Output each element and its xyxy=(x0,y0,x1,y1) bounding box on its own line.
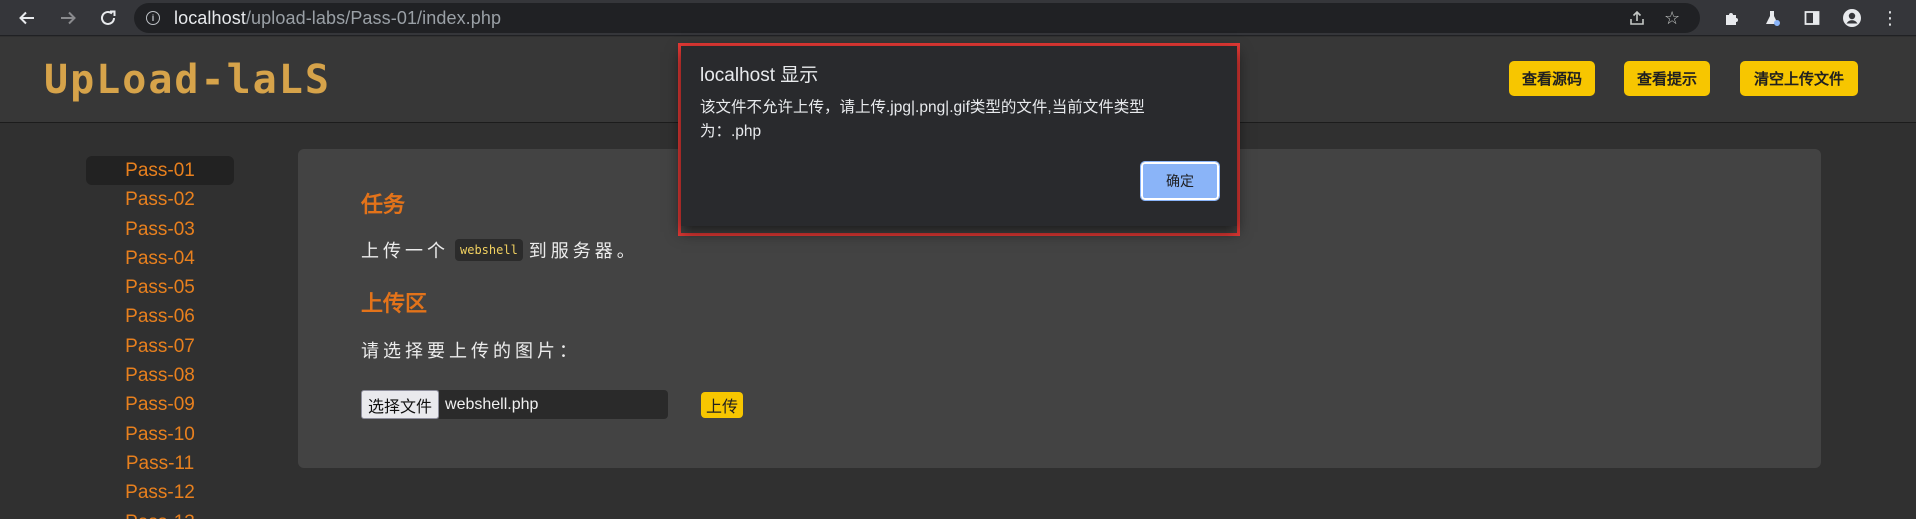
extensions-puzzle-icon[interactable] xyxy=(1718,4,1746,32)
forward-arrow-icon[interactable] xyxy=(54,4,82,32)
alert-dialog: localhost 显示 该文件不允许上传，请上传.jpg|.png|.gif类… xyxy=(681,46,1237,226)
bookmark-star-icon[interactable]: ☆ xyxy=(1664,3,1680,33)
task-heading: 任务 xyxy=(361,192,406,217)
task-code: webshell xyxy=(455,239,523,261)
browser-toolbar: i localhost/upload-labs/Pass-01/index.ph… xyxy=(0,0,1916,36)
sidebar-item-pass-09[interactable]: Pass-09 xyxy=(86,390,234,419)
site-info-icon[interactable]: i xyxy=(146,11,160,25)
clear-uploads-button[interactable]: 清空上传文件 xyxy=(1740,61,1858,96)
dialog-title: localhost 显示 xyxy=(700,65,819,86)
dialog-message: 该文件不允许上传，请上传.jpg|.png|.gif类型的文件,当前文件类型为：… xyxy=(700,99,1145,140)
labs-flask-icon[interactable] xyxy=(1758,4,1786,32)
task-description: 上传一个 webshell 到服务器。 xyxy=(361,237,639,263)
upload-submit-button[interactable]: 上传 xyxy=(701,392,744,418)
sidebar-item-pass-03[interactable]: Pass-03 xyxy=(86,215,234,244)
sidebar-item-pass-06[interactable]: Pass-06 xyxy=(86,302,234,331)
address-bar[interactable]: i localhost/upload-labs/Pass-01/index.ph… xyxy=(134,3,1700,33)
sidebar-item-pass-01[interactable]: Pass-01 xyxy=(86,156,234,186)
back-arrow-icon[interactable] xyxy=(13,4,41,32)
sidebar-item-pass-10[interactable]: Pass-10 xyxy=(86,420,234,449)
file-input[interactable]: 选择文件 webshell.php xyxy=(361,390,669,419)
sidebar-item-pass-08[interactable]: Pass-08 xyxy=(86,361,234,390)
sidebar-item-pass-02[interactable]: Pass-02 xyxy=(86,185,234,214)
reload-icon[interactable] xyxy=(94,4,122,32)
sidebar-item-pass-05[interactable]: Pass-05 xyxy=(86,273,234,302)
dialog-ok-button[interactable]: 确定 xyxy=(1140,161,1220,201)
task-prefix: 上传一个 xyxy=(361,241,449,261)
choose-file-button[interactable]: 选择文件 xyxy=(361,390,440,419)
sidebar-item-pass-11[interactable]: Pass-11 xyxy=(86,449,234,478)
sidebar-item-pass-12[interactable]: Pass-12 xyxy=(86,478,234,507)
side-panel-icon[interactable] xyxy=(1798,4,1826,32)
view-hint-button[interactable]: 查看提示 xyxy=(1624,61,1710,96)
selected-file-name: webshell.php xyxy=(439,390,669,419)
choose-image-label: 请选择要上传的图片： xyxy=(361,341,581,361)
profile-avatar-icon[interactable] xyxy=(1838,4,1866,32)
pass-nav-sidebar: Pass-01 Pass-02 Pass-03 Pass-04 Pass-05 … xyxy=(86,156,234,519)
view-source-button[interactable]: 查看源码 xyxy=(1509,61,1595,96)
sidebar-item-pass-13[interactable]: Pass-13 xyxy=(86,508,234,519)
task-suffix: 到服务器。 xyxy=(528,241,639,261)
sidebar-item-pass-04[interactable]: Pass-04 xyxy=(86,244,234,273)
upload-heading: 上传区 xyxy=(361,291,428,316)
sidebar-item-pass-07[interactable]: Pass-07 xyxy=(86,332,234,361)
menu-kebab-icon[interactable]: ⋮ xyxy=(1876,4,1904,32)
address-url: localhost/upload-labs/Pass-01/index.php xyxy=(174,7,502,28)
logo: UpLoad-laLS xyxy=(44,57,331,103)
share-icon[interactable] xyxy=(1628,3,1646,33)
